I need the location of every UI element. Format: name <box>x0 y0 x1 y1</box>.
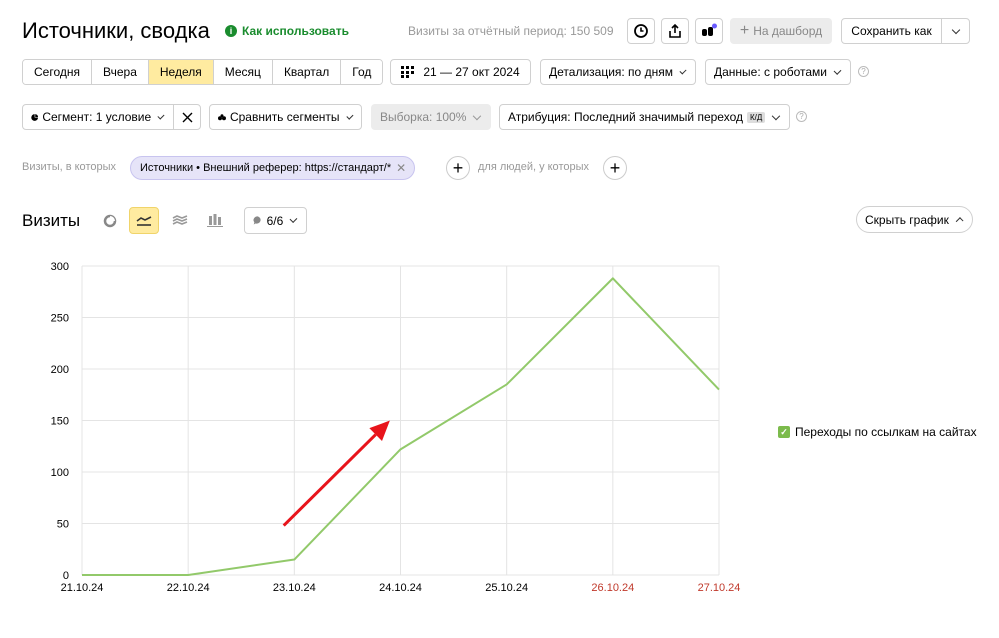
x-tick-label: 26.10.24 <box>591 582 634 594</box>
y-tick-label: 150 <box>51 416 69 428</box>
y-tick-label: 50 <box>57 519 69 531</box>
y-tick-label: 200 <box>51 364 69 376</box>
x-tick-label: 22.10.24 <box>167 582 210 594</box>
x-tick-label: 24.10.24 <box>379 582 422 594</box>
x-tick-label: 23.10.24 <box>273 582 316 594</box>
y-tick-label: 300 <box>51 261 69 273</box>
x-tick-label: 27.10.24 <box>698 582 741 594</box>
chart-annotation <box>282 420 390 527</box>
x-tick-label: 25.10.24 <box>485 582 528 594</box>
chart-legend-item[interactable]: ✓ Переходы по ссылкам на сайтах <box>778 425 977 439</box>
y-tick-label: 0 <box>63 570 69 582</box>
arrow-shaft <box>282 433 377 527</box>
x-axis: 21.10.24 22.10.24 23.10.24 24.10.24 25.10.24… <box>61 582 741 594</box>
y-tick-label: 100 <box>51 467 69 479</box>
legend-label: Переходы по ссылкам на сайтах <box>795 425 977 439</box>
x-tick-label: 21.10.24 <box>61 582 104 594</box>
y-tick-label: 250 <box>51 313 69 325</box>
visits-line-chart: 0 50 100 150 200 250 300 21.10.24 22.10.24 23.10… <box>51 261 741 594</box>
checkbox-checked-icon[interactable]: ✓ <box>778 426 790 438</box>
chart-grid <box>81 265 720 576</box>
y-axis: 0 50 100 150 200 250 300 <box>51 261 69 582</box>
